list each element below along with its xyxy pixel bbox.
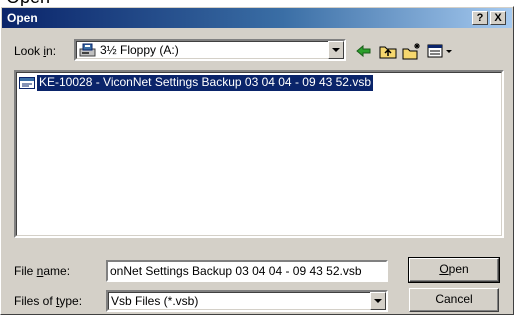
view-menu-icon[interactable] <box>425 41 455 61</box>
look-in-value: 3½ Floppy (A:) <box>100 43 179 57</box>
files-of-type-combo[interactable]: Vsb Files (*.vsb) <box>106 290 388 312</box>
cancel-button[interactable]: Cancel <box>409 288 499 312</box>
chevron-down-icon <box>332 48 340 52</box>
files-of-type-dropdown-button[interactable] <box>370 292 386 310</box>
file-name-field[interactable] <box>106 260 388 282</box>
up-folder-icon[interactable] <box>377 41 399 61</box>
file-name-label: File name: <box>14 264 71 278</box>
file-name-input[interactable] <box>110 263 384 279</box>
close-button[interactable]: X <box>490 11 506 25</box>
file-name-text: KE-10028 - ViconNet Settings Backup 03 0… <box>36 74 374 92</box>
look-in-dropdown-button[interactable] <box>328 41 344 59</box>
floppy-drive-icon <box>79 43 96 57</box>
files-of-type-value: Vsb Files (*.vsb) <box>111 294 199 308</box>
dialog-title: Open <box>7 11 38 25</box>
vsb-file-icon <box>19 77 35 89</box>
title-bar[interactable]: Open ? X <box>2 8 512 28</box>
help-button[interactable]: ? <box>472 11 488 25</box>
new-folder-icon[interactable] <box>401 41 423 61</box>
back-arrow-icon[interactable] <box>353 41 375 61</box>
file-list[interactable]: KE-10028 - ViconNet Settings Backup 03 0… <box>14 70 504 238</box>
chevron-down-icon <box>374 299 382 303</box>
files-of-type-label: Files of type: <box>14 294 83 308</box>
open-button[interactable]: Open <box>408 257 500 283</box>
open-dialog: Open ? X Look in: 3½ Floppy (A:) KE-1002… <box>0 6 514 315</box>
look-in-combo[interactable]: 3½ Floppy (A:) <box>74 39 346 61</box>
look-in-label: Look in: <box>14 44 57 58</box>
